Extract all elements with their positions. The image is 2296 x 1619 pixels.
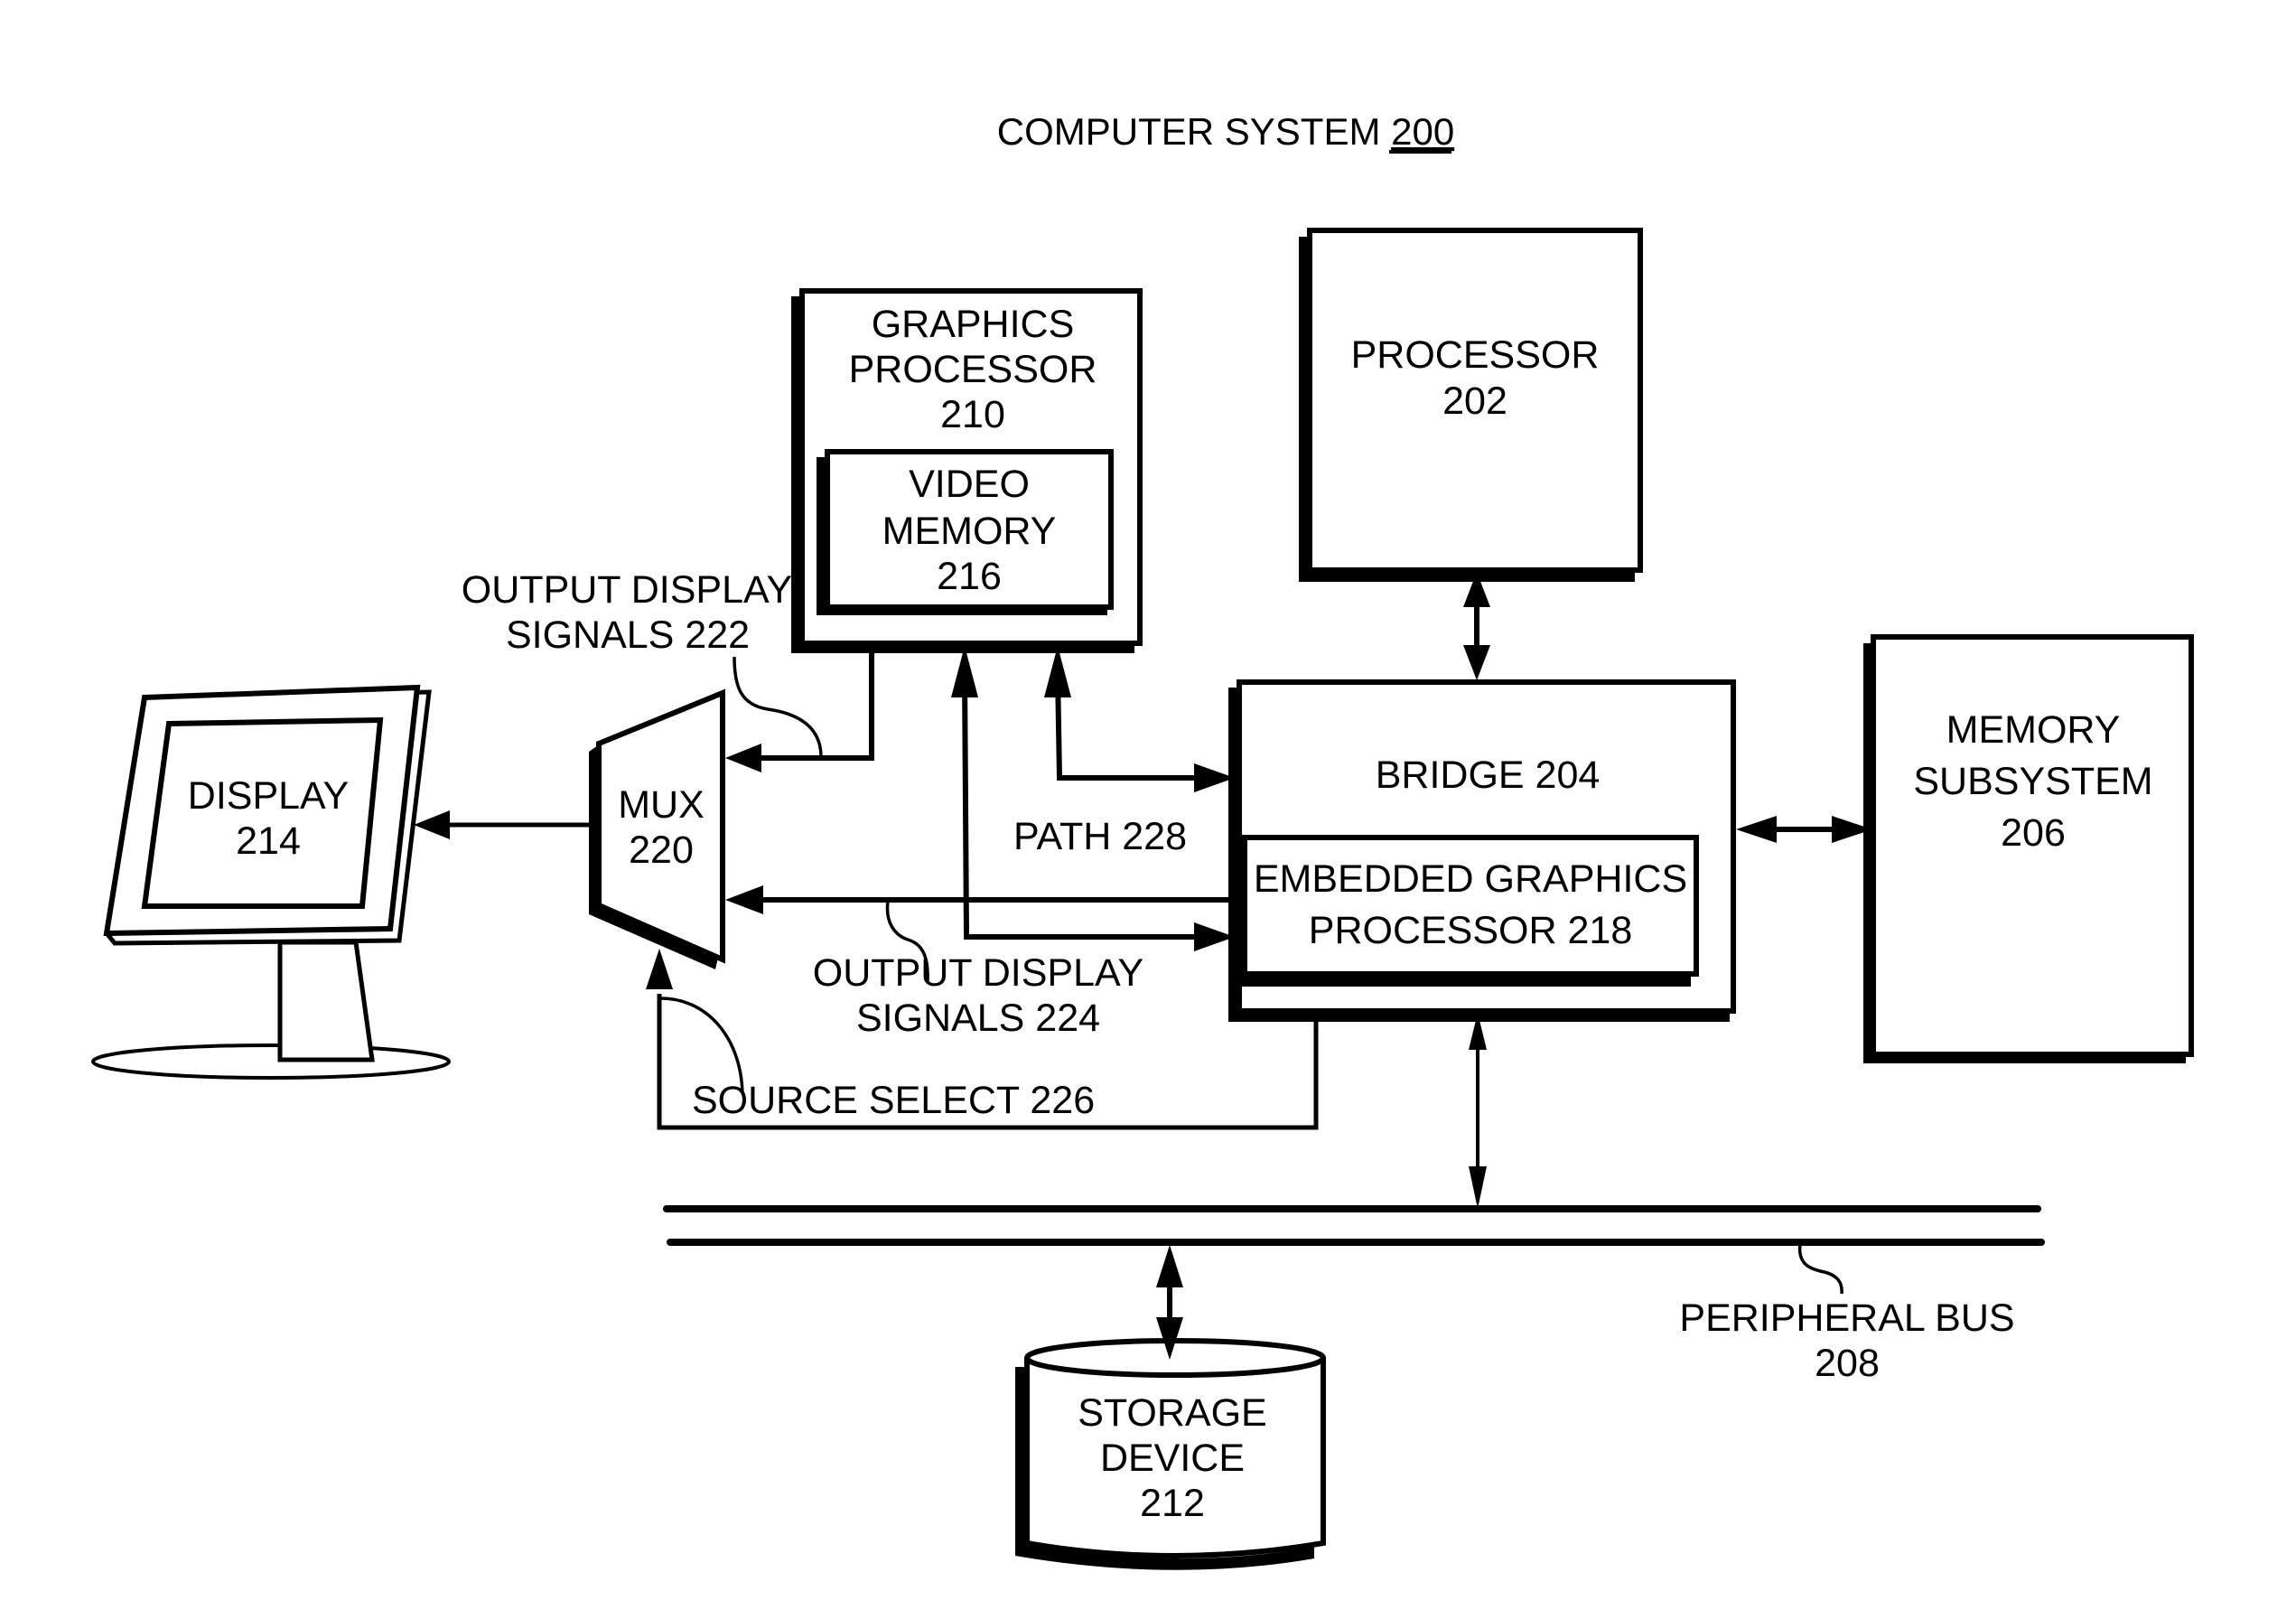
arrow-up-icon [951,646,978,697]
processor-label-2: 202 [1442,379,1507,423]
storage-label-2: DEVICE [1100,1437,1245,1480]
arrow-left-icon [725,885,763,914]
display-label-2: 214 [236,819,301,863]
signals-222-leader [733,656,823,756]
graphics-processor-label-2: PROCESSOR [849,348,1097,391]
display-label-1: DISPLAY [188,774,349,818]
title-number: 200 [1391,110,1454,153]
video-memory-label-1: VIDEO [909,463,1030,506]
bridge-label: BRIDGE 204 [1376,753,1601,797]
embedded-graphics-block[interactable]: EMBEDDED GRAPHICS PROCESSOR 218 [1239,835,1699,987]
video-memory-label-3: 216 [937,555,1002,598]
processor-block[interactable]: PROCESSOR 202 [1299,228,1643,582]
memory-subsystem-label-3: 206 [2001,811,2066,855]
arrow-up-icon [1044,646,1071,697]
title-text: COMPUTER SYSTEM [997,110,1391,153]
processor-label-1: PROCESSOR [1351,333,1600,377]
mux-label-1: MUX [618,783,705,827]
graphics-processor-label-3: 210 [940,393,1005,436]
graphics-bridge-connection [1044,646,1235,792]
storage-label-3: 212 [1140,1482,1205,1525]
arrow-left-icon [725,744,761,772]
signals-222-label-2: SIGNALS 222 [506,613,750,657]
mux-block[interactable]: MUX 220 [589,688,725,969]
video-memory-block[interactable]: VIDEO MEMORY 216 [817,449,1114,615]
arrow-up-icon [646,949,673,989]
memory-subsystem-label-1: MEMORY [1946,708,2121,752]
peripheral-bus[interactable] [663,1205,2045,1246]
graphics-processor-label-1: GRAPHICS [872,303,1075,346]
arrow-up-icon [1156,1245,1183,1287]
mux-display-connection [414,810,590,839]
signals-222-wire [750,646,874,761]
mux-label-2: 220 [629,828,694,872]
embedded-graphics-label-1: EMBEDDED GRAPHICS [1254,857,1687,901]
peripheral-bus-leader [1797,1243,1843,1295]
storage-top [1024,1338,1326,1378]
arrow-left-icon [414,810,450,839]
memory-subsystem-block[interactable]: MEMORY SUBSYSTEM 206 [1863,634,2194,1063]
processor-bridge-connection [1463,572,1490,680]
arrow-down-icon [1463,645,1490,680]
storage-device-block[interactable]: STORAGE DEVICE 212 [1015,1338,1326,1570]
embedded-graphics-label-2: PROCESSOR 218 [1309,909,1632,952]
output-display-signals-222-connection [725,646,874,772]
diagram-title: COMPUTER SYSTEM 200 [997,110,1454,153]
signals-224-label-2: SIGNALS 224 [856,997,1100,1040]
path-228-connection [951,646,1235,951]
bridge-bus-connection [1469,1013,1487,1209]
memory-subsystem-label-2: SUBSYSTEM [1913,760,2152,803]
storage-label-1: STORAGE [1078,1391,1266,1435]
monitor-base [91,1043,451,1080]
arrow-left-icon [1736,816,1777,843]
monitor-stand [277,940,375,1062]
bridge-memory-connection [1736,816,1872,843]
video-memory-label-2: MEMORY [882,510,1057,553]
arrow-down-icon [1469,1166,1487,1209]
peripheral-bus-label-2: 208 [1815,1342,1880,1385]
computer-system-diagram: COMPUTER SYSTEM 200 GRAPHICS PROCESSOR 2… [91,110,2194,1570]
graphics-bridge-wire [1055,672,1210,781]
signals-222-label-1: OUTPUT DISPLAY [462,568,792,612]
path-228-label: PATH 228 [1013,815,1187,858]
output-display-signals-224-connection [725,885,1235,914]
source-select-label: SOURCE SELECT 226 [692,1079,1095,1122]
signals-224-label-1: OUTPUT DISPLAY [813,951,1143,995]
peripheral-bus-label-1: PERIPHERAL BUS [1679,1296,2014,1340]
display-monitor[interactable]: DISPLAY 214 [91,684,451,1080]
